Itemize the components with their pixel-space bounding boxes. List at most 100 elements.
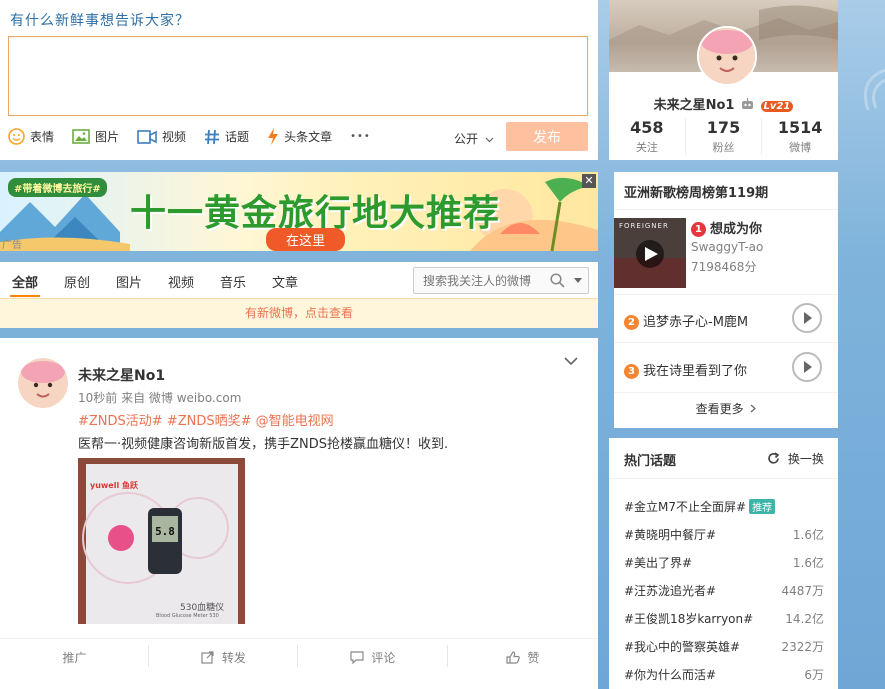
new-posts-notice[interactable]: 有新微博，点击查看 — [0, 298, 598, 328]
emoji-tool[interactable]: 表情 — [8, 128, 54, 145]
robot-icon — [742, 98, 754, 109]
song-2-title: 追梦赤子心-M鹿M — [643, 315, 749, 330]
stat-following[interactable]: 458 关注 — [609, 118, 686, 155]
stat-posts-value: 1514 — [777, 118, 823, 137]
topic-count: 1.6亿 — [792, 556, 824, 570]
repost-icon — [201, 651, 214, 664]
song-cover[interactable]: FOREIGNER — [614, 218, 686, 288]
chart-more-link[interactable]: 查看更多 — [614, 400, 838, 417]
repost-button[interactable]: 转发 — [149, 649, 298, 666]
hashtag-icon — [205, 129, 220, 144]
song-1-title: 想成为你 — [710, 222, 763, 237]
post-image[interactable]: 5.8 yuwell 鱼跃 530血糖仪 Blood Glucose Meter… — [78, 458, 245, 624]
chevron-down-icon[interactable] — [564, 356, 578, 366]
ad-label: 广告 — [2, 240, 22, 251]
rank-badge: 1 — [691, 222, 706, 237]
image-caption: 530血糖仪 — [180, 603, 225, 613]
song-3[interactable]: 3 我在诗里看到了你 — [624, 360, 747, 379]
rank-badge: 2 — [624, 315, 639, 330]
image-brand: yuwell 鱼跃 — [90, 481, 138, 490]
song-1[interactable]: 1 想成为你 — [691, 218, 762, 237]
stat-followers[interactable]: 175 粉丝 — [686, 118, 763, 155]
tab-all[interactable]: 全部 — [12, 272, 38, 291]
level-badge: Lv21 — [760, 101, 794, 112]
topic-name: #你为什么而活# — [624, 668, 717, 682]
stat-followers-label: 粉丝 — [712, 141, 735, 154]
profile-avatar[interactable] — [697, 26, 757, 86]
image-tool[interactable]: 图片 — [72, 128, 119, 145]
topic-count: 6万 — [804, 668, 824, 682]
smiley-icon — [8, 128, 25, 145]
visibility-select[interactable]: 公开 — [454, 130, 494, 147]
video-tool-label: 视频 — [162, 130, 187, 144]
tab-original[interactable]: 原创 — [64, 272, 90, 291]
song-1-score: 7198468分 — [691, 260, 757, 274]
video-tool[interactable]: 视频 — [137, 128, 186, 145]
comment-label: 评论 — [371, 651, 396, 665]
tab-images[interactable]: 图片 — [116, 272, 142, 291]
profile-name[interactable]: 未来之星No1 Lv21 — [609, 94, 838, 113]
publish-button[interactable]: 发布 — [506, 122, 588, 151]
more-tool[interactable]: ••• — [350, 131, 371, 142]
chart-more-label: 查看更多 — [695, 402, 744, 416]
emoji-tool-label: 表情 — [30, 130, 55, 144]
dropdown-arrow-icon[interactable] — [572, 273, 584, 287]
composer-prompt: 有什么新鲜事想告诉大家？ — [10, 13, 190, 29]
close-icon[interactable]: ✕ — [582, 174, 596, 188]
post-author[interactable]: 未来之星No1 — [78, 365, 165, 385]
rank-badge: 3 — [624, 364, 639, 379]
topic-name: #王俊凯18岁karryon# — [624, 612, 754, 626]
like-button[interactable]: 赞 — [448, 649, 597, 666]
comment-button[interactable]: 评论 — [298, 649, 447, 666]
article-tool[interactable]: 头条文章 — [267, 128, 332, 145]
hot-topics-card: 热门话题 换一换 #金立M7不止全面屏# 推荐 #黄晓明中餐厅# 1.6亿 #美出了… — [609, 438, 838, 689]
play-button[interactable] — [792, 352, 822, 382]
divider — [614, 342, 838, 343]
topic-item[interactable]: #我心中的警察英雄# 2322万 — [624, 638, 824, 655]
topic-item[interactable]: #你为什么而活# 6万 — [624, 666, 824, 683]
topic-tool-label: 话题 — [225, 130, 250, 144]
feed-search-input[interactable] — [423, 272, 543, 289]
composer-toolbar: 表情 图片 视频 话题 头条文章 ••• — [8, 128, 371, 145]
banner-cta-button[interactable]: 在这里 — [266, 228, 346, 251]
topic-item[interactable]: #黄晓明中餐厅# 1.6亿 — [624, 526, 824, 543]
feed-post: 未来之星No1 10秒前 来自 微博 weibo.com #ZNDS活动# #Z… — [0, 338, 598, 689]
tab-videos[interactable]: 视频 — [168, 272, 194, 291]
topic-tool[interactable]: 话题 — [204, 128, 249, 145]
ad-banner[interactable]: #带着微博去旅行# 十一黄金旅行地大推荐 在这里 广告 ✕ — [0, 172, 598, 251]
topic-name: #我心中的警察英雄# — [624, 640, 741, 654]
search-icon[interactable] — [550, 273, 565, 288]
song-1-artist[interactable]: SwaggyT-ao — [691, 240, 763, 254]
lightning-icon — [268, 128, 279, 145]
song-2[interactable]: 2 追梦赤子心-M鹿M — [624, 311, 748, 330]
stat-posts[interactable]: 1514 微博 — [762, 118, 838, 155]
play-button[interactable] — [792, 303, 822, 333]
topic-item[interactable]: #美出了界# 1.6亿 — [624, 554, 824, 571]
stat-following-label: 关注 — [635, 141, 658, 154]
refresh-button[interactable]: 换一换 — [767, 450, 824, 467]
topic-count: 4487万 — [781, 584, 824, 598]
tab-music[interactable]: 音乐 — [220, 272, 246, 291]
thumbs-up-icon — [505, 651, 520, 664]
active-tab-indicator — [10, 295, 40, 297]
recommend-badge: 推荐 — [749, 499, 776, 514]
refresh-icon — [768, 452, 780, 464]
video-icon — [137, 129, 157, 144]
post-tags[interactable]: #ZNDS活动# #ZNDS晒奖# @智能电视网 — [78, 410, 334, 429]
profile-card: 未来之星No1 Lv21 458 关注 175 粉丝 1514 微博 — [609, 0, 838, 160]
topic-item[interactable]: #汪苏泷追光者# 4487万 — [624, 582, 824, 599]
background-decoration — [863, 68, 885, 111]
promote-button[interactable]: 推广 — [0, 649, 149, 666]
refresh-label: 换一换 — [787, 452, 824, 466]
topic-item[interactable]: #金立M7不止全面屏# 推荐 — [624, 498, 824, 515]
chart-title[interactable]: 亚洲新歌榜周榜第119期 — [624, 182, 768, 201]
topic-count: 2322万 — [781, 640, 824, 654]
tab-articles[interactable]: 文章 — [272, 272, 298, 291]
post-avatar[interactable] — [18, 358, 68, 408]
promote-label: 推广 — [62, 651, 87, 665]
topics-title: 热门话题 — [624, 454, 677, 469]
play-icon — [804, 312, 812, 324]
divider — [614, 209, 838, 210]
topic-item[interactable]: #王俊凯18岁karryon# 14.2亿 — [624, 610, 824, 627]
composer-input[interactable] — [8, 36, 588, 116]
